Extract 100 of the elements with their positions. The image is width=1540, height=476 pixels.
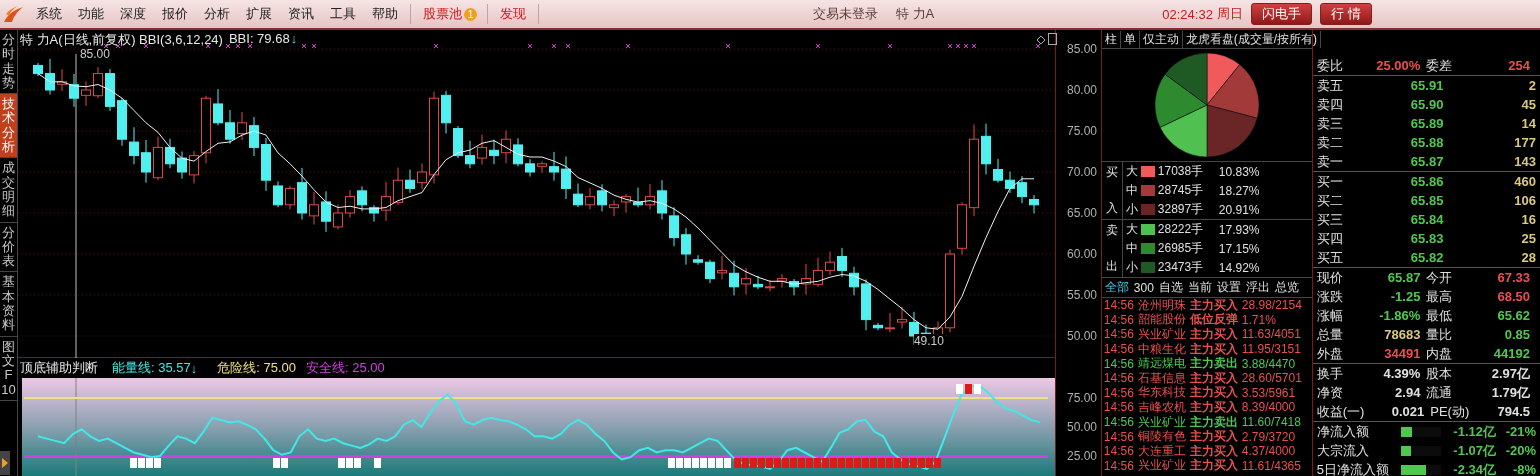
stock-name[interactable]: 沧州明珠 bbox=[1137, 298, 1186, 314]
order-level-label: 卖一 bbox=[1316, 152, 1344, 171]
trend-arrow: ↓ bbox=[290, 31, 298, 48]
size-label: 中 bbox=[1125, 240, 1138, 257]
field-label: 委差 bbox=[1426, 56, 1454, 75]
order-level-label: 卖四 bbox=[1316, 95, 1344, 114]
side-tab[interactable]: 图文F10 bbox=[0, 336, 17, 401]
filter-tab[interactable]: 自选 bbox=[1158, 279, 1183, 296]
signal-value: 11.95/3151 bbox=[1241, 342, 1301, 357]
menu-item[interactable]: 系统 bbox=[36, 5, 62, 23]
order-price: 65.83 bbox=[1409, 231, 1444, 246]
filter-tab[interactable]: 设置 bbox=[1216, 279, 1241, 296]
high-marker: 85.00 bbox=[79, 47, 110, 61]
order-price: 65.86 bbox=[1409, 174, 1444, 189]
signal-value: 4.37/4000 bbox=[1241, 444, 1296, 459]
filter-tab[interactable]: 全部 bbox=[1104, 279, 1129, 296]
field-label: 最高 bbox=[1426, 287, 1454, 306]
order-price: 65.84 bbox=[1409, 212, 1444, 227]
flow-amount: -2.34亿 bbox=[1452, 460, 1496, 476]
signal-label: 主力卖出 bbox=[1189, 355, 1238, 371]
count-badge: 1 bbox=[464, 7, 477, 21]
panel-tab[interactable]: 柱 bbox=[1101, 30, 1121, 48]
indicator-value: 安全线: 25.00 bbox=[305, 359, 385, 377]
order-price: 65.90 bbox=[1409, 97, 1444, 112]
menu-item[interactable]: 扩展 bbox=[246, 5, 272, 23]
signal-label: 主力买入 bbox=[1189, 384, 1238, 400]
side-tab[interactable]: 成交明细 bbox=[0, 158, 17, 223]
stock-name[interactable]: 兴业矿业 bbox=[1137, 413, 1186, 431]
signal-value: 28.98/2154 bbox=[1241, 298, 1302, 313]
order-level-label: 买三 bbox=[1316, 210, 1344, 229]
stock-name[interactable]: 中粮生化 bbox=[1137, 340, 1186, 358]
signal-label: 主力买入 bbox=[1189, 457, 1238, 475]
window-icon[interactable] bbox=[1047, 33, 1057, 45]
order-quantity: 106 bbox=[1513, 193, 1536, 208]
axis-label: 25.00 bbox=[1066, 449, 1097, 463]
menu-item[interactable]: 帮助 bbox=[372, 5, 398, 23]
filter-tab[interactable]: 当前 bbox=[1187, 279, 1212, 296]
menu-item[interactable]: 股票池 bbox=[423, 5, 462, 23]
menu-item[interactable]: 报价 bbox=[162, 5, 188, 23]
axis-label: 75.00 bbox=[1066, 391, 1097, 405]
filter-tab[interactable]: 300 bbox=[1133, 280, 1154, 295]
toolbar-button[interactable]: 行 情 bbox=[1319, 3, 1372, 25]
field-label: PE(动) bbox=[1430, 402, 1471, 421]
field-value: 34491 bbox=[1383, 346, 1421, 361]
flow-amount: -1.07亿 bbox=[1452, 441, 1496, 460]
field-value: 67.33 bbox=[1496, 270, 1530, 285]
field-value: 254 bbox=[1507, 58, 1530, 73]
field-label: 委比 bbox=[1316, 56, 1344, 75]
percent-value: 17.15% bbox=[1218, 241, 1260, 256]
menu-item[interactable]: 功能 bbox=[78, 5, 104, 23]
field-label: 量比 bbox=[1426, 325, 1454, 344]
signal-value: 1.71% bbox=[1241, 312, 1276, 327]
news-time: 14:56 bbox=[1103, 444, 1134, 459]
toolbar-button[interactable]: 闪电手 bbox=[1250, 3, 1312, 25]
order-price: 65.89 bbox=[1409, 116, 1444, 131]
side-tab[interactable]: 技术分析 bbox=[0, 94, 17, 159]
stock-name[interactable]: 韶能股份 bbox=[1137, 311, 1186, 329]
bbi-value: BBI: 79.68 bbox=[228, 31, 290, 48]
size-label: 大 bbox=[1125, 163, 1138, 180]
field-label: 换手 bbox=[1316, 364, 1344, 383]
percent-value: 17.93% bbox=[1218, 222, 1260, 237]
volume-value: 32897手 bbox=[1157, 201, 1205, 218]
menu-item[interactable]: 深度 bbox=[120, 5, 146, 23]
signal-value: 11.60/7418 bbox=[1241, 415, 1301, 430]
news-time: 14:56 bbox=[1103, 400, 1134, 415]
side-tab[interactable]: 基本资料 bbox=[0, 272, 17, 337]
order-level-label: 卖五 bbox=[1316, 76, 1344, 95]
filter-tab[interactable]: 总览 bbox=[1274, 279, 1299, 296]
panel-tab[interactable]: 龙虎看盘(成交量/按所有) bbox=[1182, 30, 1322, 48]
panel-tab[interactable]: 单 bbox=[1120, 30, 1140, 48]
signal-label: 主力买入 bbox=[1189, 442, 1238, 458]
menu-item[interactable]: 发现 bbox=[500, 5, 526, 23]
side-label: 出 bbox=[1105, 258, 1118, 275]
news-time: 14:56 bbox=[1103, 371, 1134, 386]
side-label: 卖 bbox=[1105, 222, 1118, 239]
filter-tab[interactable]: 浮出 bbox=[1245, 279, 1270, 296]
menu-item[interactable]: 资讯 bbox=[288, 5, 314, 23]
signal-value: 11.61/4365 bbox=[1241, 458, 1301, 473]
field-label: 收益(一) bbox=[1316, 402, 1365, 421]
side-tab[interactable]: 分价表 bbox=[0, 222, 17, 273]
menu-item[interactable]: 工具 bbox=[330, 5, 356, 23]
flow-label: 大宗流入 bbox=[1316, 441, 1370, 460]
menu-item[interactable]: 分析 bbox=[204, 5, 230, 23]
signal-label: 主力买入 bbox=[1189, 326, 1238, 342]
order-quantity: 177 bbox=[1513, 135, 1536, 150]
order-quantity: 143 bbox=[1513, 154, 1536, 169]
field-value: 2.97亿 bbox=[1490, 364, 1530, 383]
signal-label: 主力买入 bbox=[1189, 369, 1238, 385]
stock-name[interactable]: 兴业矿业 bbox=[1137, 457, 1186, 475]
axis-label: 60.00 bbox=[1066, 247, 1097, 261]
volume-value: 28222手 bbox=[1157, 221, 1205, 238]
order-price: 65.82 bbox=[1409, 250, 1444, 265]
stock-name[interactable]: 兴业矿业 bbox=[1137, 326, 1186, 343]
flow-label: 净流入额 bbox=[1316, 422, 1370, 441]
diamond-icon[interactable] bbox=[1035, 35, 1046, 45]
flow-label: 5日净流入额 bbox=[1316, 460, 1390, 476]
order-level-label: 买二 bbox=[1316, 191, 1344, 210]
panel-tab[interactable]: 仅主动 bbox=[1139, 30, 1183, 48]
field-value: 78683 bbox=[1383, 327, 1421, 342]
volume-value: 17038手 bbox=[1157, 163, 1205, 180]
